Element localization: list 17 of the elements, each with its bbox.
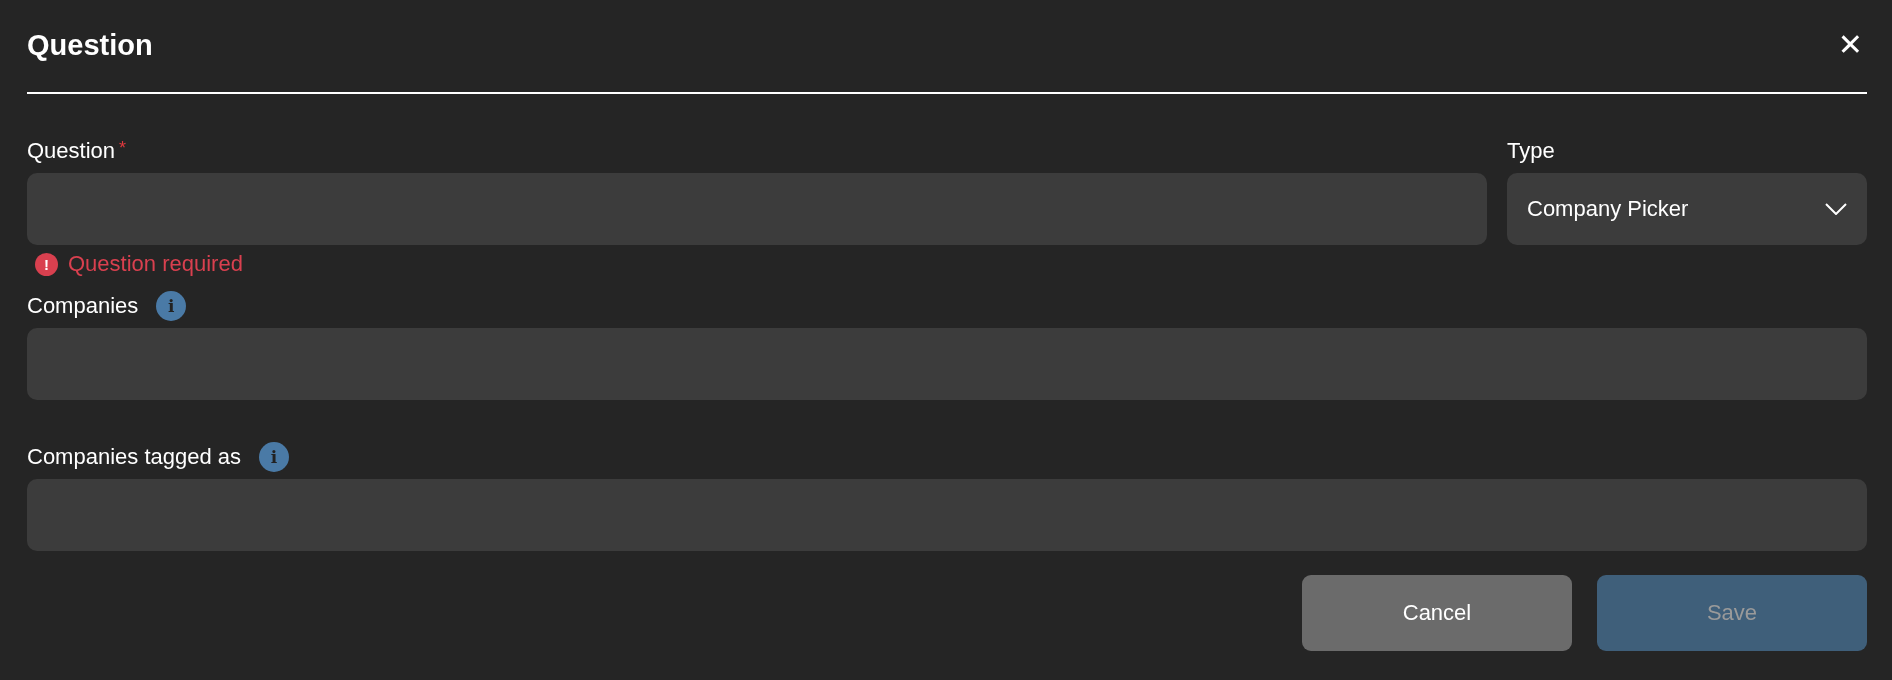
field-label: Type bbox=[1507, 138, 1555, 164]
text-input[interactable] bbox=[27, 479, 1867, 551]
info-icon[interactable]: i bbox=[259, 442, 290, 472]
text-input[interactable] bbox=[27, 328, 1867, 400]
question-input[interactable] bbox=[27, 173, 1487, 245]
cancel-button[interactable]: Cancel bbox=[1302, 575, 1572, 651]
required-mark: * bbox=[119, 138, 127, 159]
error-message: Question required bbox=[68, 251, 243, 277]
chevron-down-icon bbox=[1825, 203, 1847, 215]
field-label: Companies tagged as bbox=[27, 444, 242, 470]
info-icon[interactable]: i bbox=[156, 291, 187, 321]
field-label: Companies bbox=[27, 293, 139, 319]
type-dropdown[interactable]: Company Picker bbox=[1507, 173, 1867, 245]
field-label: Question bbox=[27, 138, 116, 164]
dialog-title: Question bbox=[27, 28, 153, 62]
error-icon: ! bbox=[35, 252, 58, 276]
close-button[interactable]: ✕ bbox=[1833, 30, 1867, 60]
